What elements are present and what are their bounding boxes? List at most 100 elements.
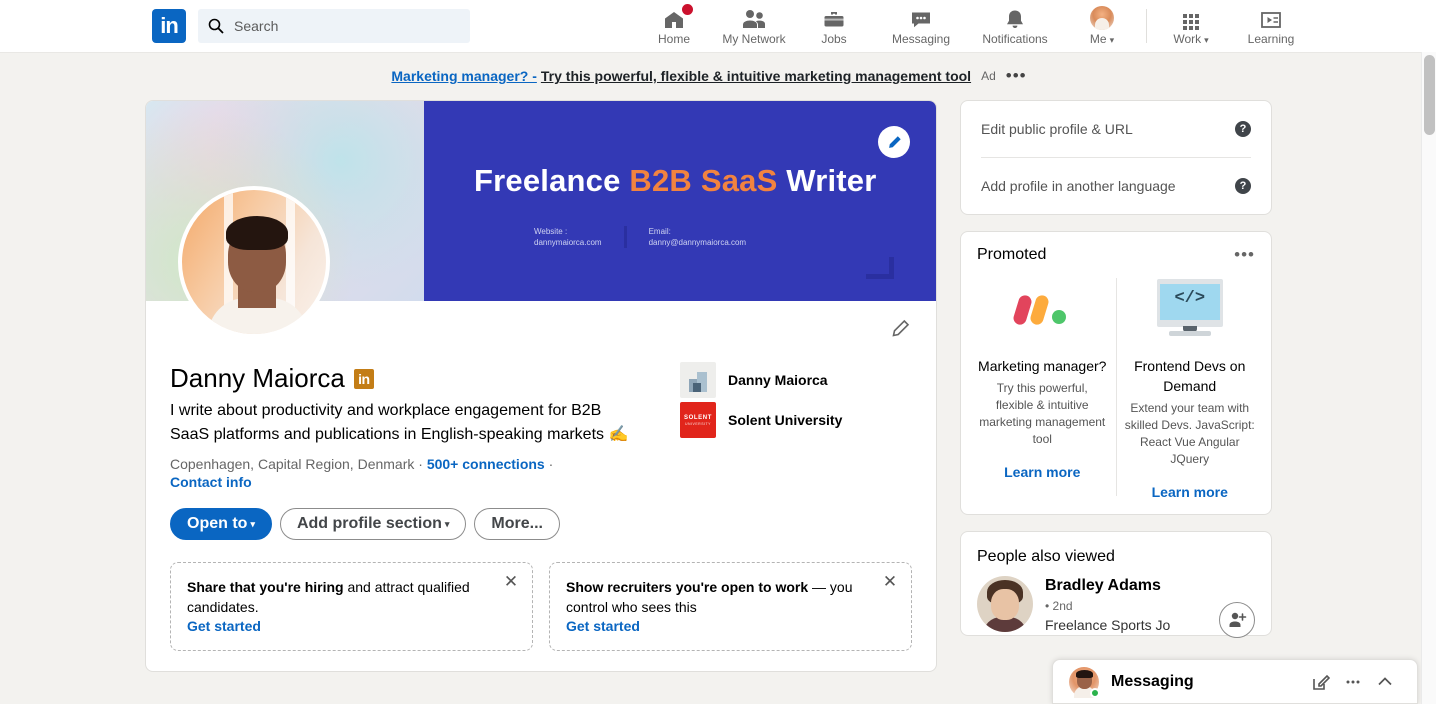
banner-contact-info: Website : dannymaiorca.com Email: danny@… xyxy=(534,226,746,248)
open-to-label: Open to xyxy=(187,515,248,532)
search-input[interactable] xyxy=(234,18,449,34)
close-icon[interactable]: ✕ xyxy=(502,572,520,591)
profile-photo[interactable] xyxy=(178,186,330,338)
sidebar-item-add-language[interactable]: Add profile in another language ? xyxy=(961,158,1271,214)
hiring-prompt-card: Share that you're hiring and attract qua… xyxy=(170,562,533,651)
banner-title-highlight: B2B SaaS xyxy=(629,163,778,198)
page-title: Danny Maiorca in xyxy=(170,363,670,394)
nav-item-home[interactable]: Home xyxy=(634,0,714,52)
grid-icon xyxy=(1183,6,1199,30)
hiring-prompt-bold: Share that you're hiring xyxy=(187,579,344,595)
search-box[interactable] xyxy=(198,9,470,43)
open-to-work-get-started-link[interactable]: Get started xyxy=(566,618,640,634)
profile-settings-card: Edit public profile & URL ? Add profile … xyxy=(960,100,1272,215)
add-profile-section-button[interactable]: Add profile section ▾ xyxy=(279,508,467,540)
person-info: Bradley Adams • 2nd Freelance Sports Jo xyxy=(1045,576,1170,635)
avatar[interactable] xyxy=(1069,666,1100,698)
profile-name: Danny Maiorca xyxy=(170,363,345,393)
banner-website-value: dannymaiorca.com xyxy=(534,238,602,247)
ad-headline-link[interactable]: Marketing manager? - xyxy=(391,68,536,84)
page-scrollbar[interactable] xyxy=(1421,52,1436,704)
solent-logo-text: SOLENT xyxy=(684,414,712,421)
compose-icon[interactable] xyxy=(1305,666,1337,698)
scrollbar-thumb[interactable] xyxy=(1424,55,1435,135)
ad-banner: Marketing manager? - Try this powerful, … xyxy=(0,52,1418,100)
nav-item-learning[interactable]: Learning xyxy=(1231,0,1311,52)
ad-options-icon[interactable]: ••• xyxy=(1006,67,1027,84)
promoted-body: Marketing manager? Try this powerful, fl… xyxy=(961,270,1271,514)
experience-item-current[interactable]: Danny Maiorca xyxy=(680,362,842,398)
chevron-up-icon[interactable] xyxy=(1369,666,1401,698)
linkedin-logo[interactable]: in xyxy=(152,9,186,43)
banner-corner-decoration xyxy=(866,257,894,279)
promoted-ad-learn-more[interactable]: Learn more xyxy=(1004,464,1080,480)
more-options-icon[interactable] xyxy=(1337,666,1369,698)
edit-public-profile-label: Edit public profile & URL xyxy=(981,121,1133,137)
code-monitor-glyph: </> xyxy=(1174,289,1206,308)
chevron-down-icon: ▾ xyxy=(1204,34,1209,45)
profile-card: Freelance B2B SaaS Writer Website : dann… xyxy=(145,100,937,672)
nav-item-work[interactable]: Work ▾ xyxy=(1151,0,1231,52)
intro-right-column: Danny Maiorca SOLENT UNIVERSITY Solent U… xyxy=(680,301,842,492)
person-add-icon[interactable] xyxy=(1219,602,1255,638)
nav-item-messaging[interactable]: Messaging xyxy=(874,0,968,52)
add-profile-section-label: Add profile section xyxy=(296,515,442,532)
nav-label-me: Me xyxy=(1089,31,1107,46)
hiring-prompt-text: Share that you're hiring and attract qua… xyxy=(187,577,516,617)
banner-title-part-1: Freelance xyxy=(474,163,621,198)
contact-info-link[interactable]: Contact info xyxy=(170,474,252,490)
nav-right-group: Work ▾ Learning xyxy=(1151,0,1311,52)
nav-item-me[interactable]: Me ▾ xyxy=(1062,0,1142,52)
education-item[interactable]: SOLENT UNIVERSITY Solent University xyxy=(680,402,842,438)
question-mark-icon[interactable]: ? xyxy=(1235,121,1251,137)
open-to-work-prompt-card: Show recruiters you're open to work — yo… xyxy=(549,562,912,651)
promoted-options-icon[interactable]: ••• xyxy=(1234,246,1255,263)
right-sidebar: Edit public profile & URL ? Add profile … xyxy=(960,100,1272,652)
home-notification-badge xyxy=(680,2,695,17)
open-to-button[interactable]: Open to ▾ xyxy=(170,508,272,540)
nav-label-home: Home xyxy=(657,32,690,46)
more-button[interactable]: More... xyxy=(474,508,560,540)
promoted-ad-frontend-devs[interactable]: </> Frontend Devs on Demand Extend your … xyxy=(1117,274,1264,500)
edit-intro-button[interactable] xyxy=(886,315,914,343)
edit-banner-button[interactable] xyxy=(878,126,910,158)
promoted-ad-description: Try this powerful, flexible & intuitive … xyxy=(979,381,1106,446)
people-also-viewed-card: People also viewed Bradley Adams • 2nd F… xyxy=(960,531,1272,638)
messaging-dock[interactable]: Messaging xyxy=(1052,659,1418,704)
chevron-down-icon: ▾ xyxy=(444,518,450,529)
promoted-title: Promoted xyxy=(977,246,1047,263)
nav-item-my-network[interactable]: My Network xyxy=(714,0,794,52)
connections-separator: · xyxy=(548,456,554,472)
messaging-label: Messaging xyxy=(1111,672,1194,690)
avatar[interactable] xyxy=(977,576,1033,632)
open-to-work-prompt-bold: Show recruiters you're open to work xyxy=(566,579,809,595)
hiring-get-started-link[interactable]: Get started xyxy=(187,618,261,634)
sidebar-item-edit-public-profile[interactable]: Edit public profile & URL ? xyxy=(961,101,1271,157)
nav-label-jobs: Jobs xyxy=(821,32,847,46)
person-subtitle: Freelance Sports Jo xyxy=(1045,617,1171,633)
pencil-icon xyxy=(888,135,901,148)
question-mark-icon[interactable]: ? xyxy=(1235,178,1251,194)
solent-logo: SOLENT UNIVERSITY xyxy=(680,402,716,438)
profile-action-buttons: Open to ▾ Add profile section ▾ More... xyxy=(170,508,912,540)
connections-link[interactable]: 500+ connections xyxy=(427,456,545,472)
promoted-ad-monday[interactable]: Marketing manager? Try this powerful, fl… xyxy=(969,274,1116,500)
learning-icon xyxy=(1259,6,1283,30)
banner-title-part-2: Writer xyxy=(786,163,877,198)
chevron-down-icon: ▾ xyxy=(250,518,255,529)
ad-headline-text[interactable]: Try this powerful, flexible & intuitive … xyxy=(541,68,971,84)
nav-left-group: in xyxy=(152,9,470,43)
more-button-label: More... xyxy=(491,515,543,532)
code-monitor-icon: </> xyxy=(1156,274,1223,346)
nav-label-work: Work xyxy=(1173,31,1202,46)
nav-item-jobs[interactable]: Jobs xyxy=(794,0,874,52)
promoted-ad-learn-more[interactable]: Learn more xyxy=(1152,484,1228,500)
banner-email-value: danny@dannymaiorca.com xyxy=(648,238,747,247)
person-name[interactable]: Bradley Adams xyxy=(1045,576,1170,596)
pencil-icon xyxy=(892,319,910,337)
close-icon[interactable]: ✕ xyxy=(881,572,899,591)
banner-email-label: Email: xyxy=(648,227,671,236)
banner-website: Website : dannymaiorca.com xyxy=(534,226,602,248)
people-also-viewed-title: People also viewed xyxy=(977,548,1115,565)
nav-item-notifications[interactable]: Notifications xyxy=(968,0,1062,52)
